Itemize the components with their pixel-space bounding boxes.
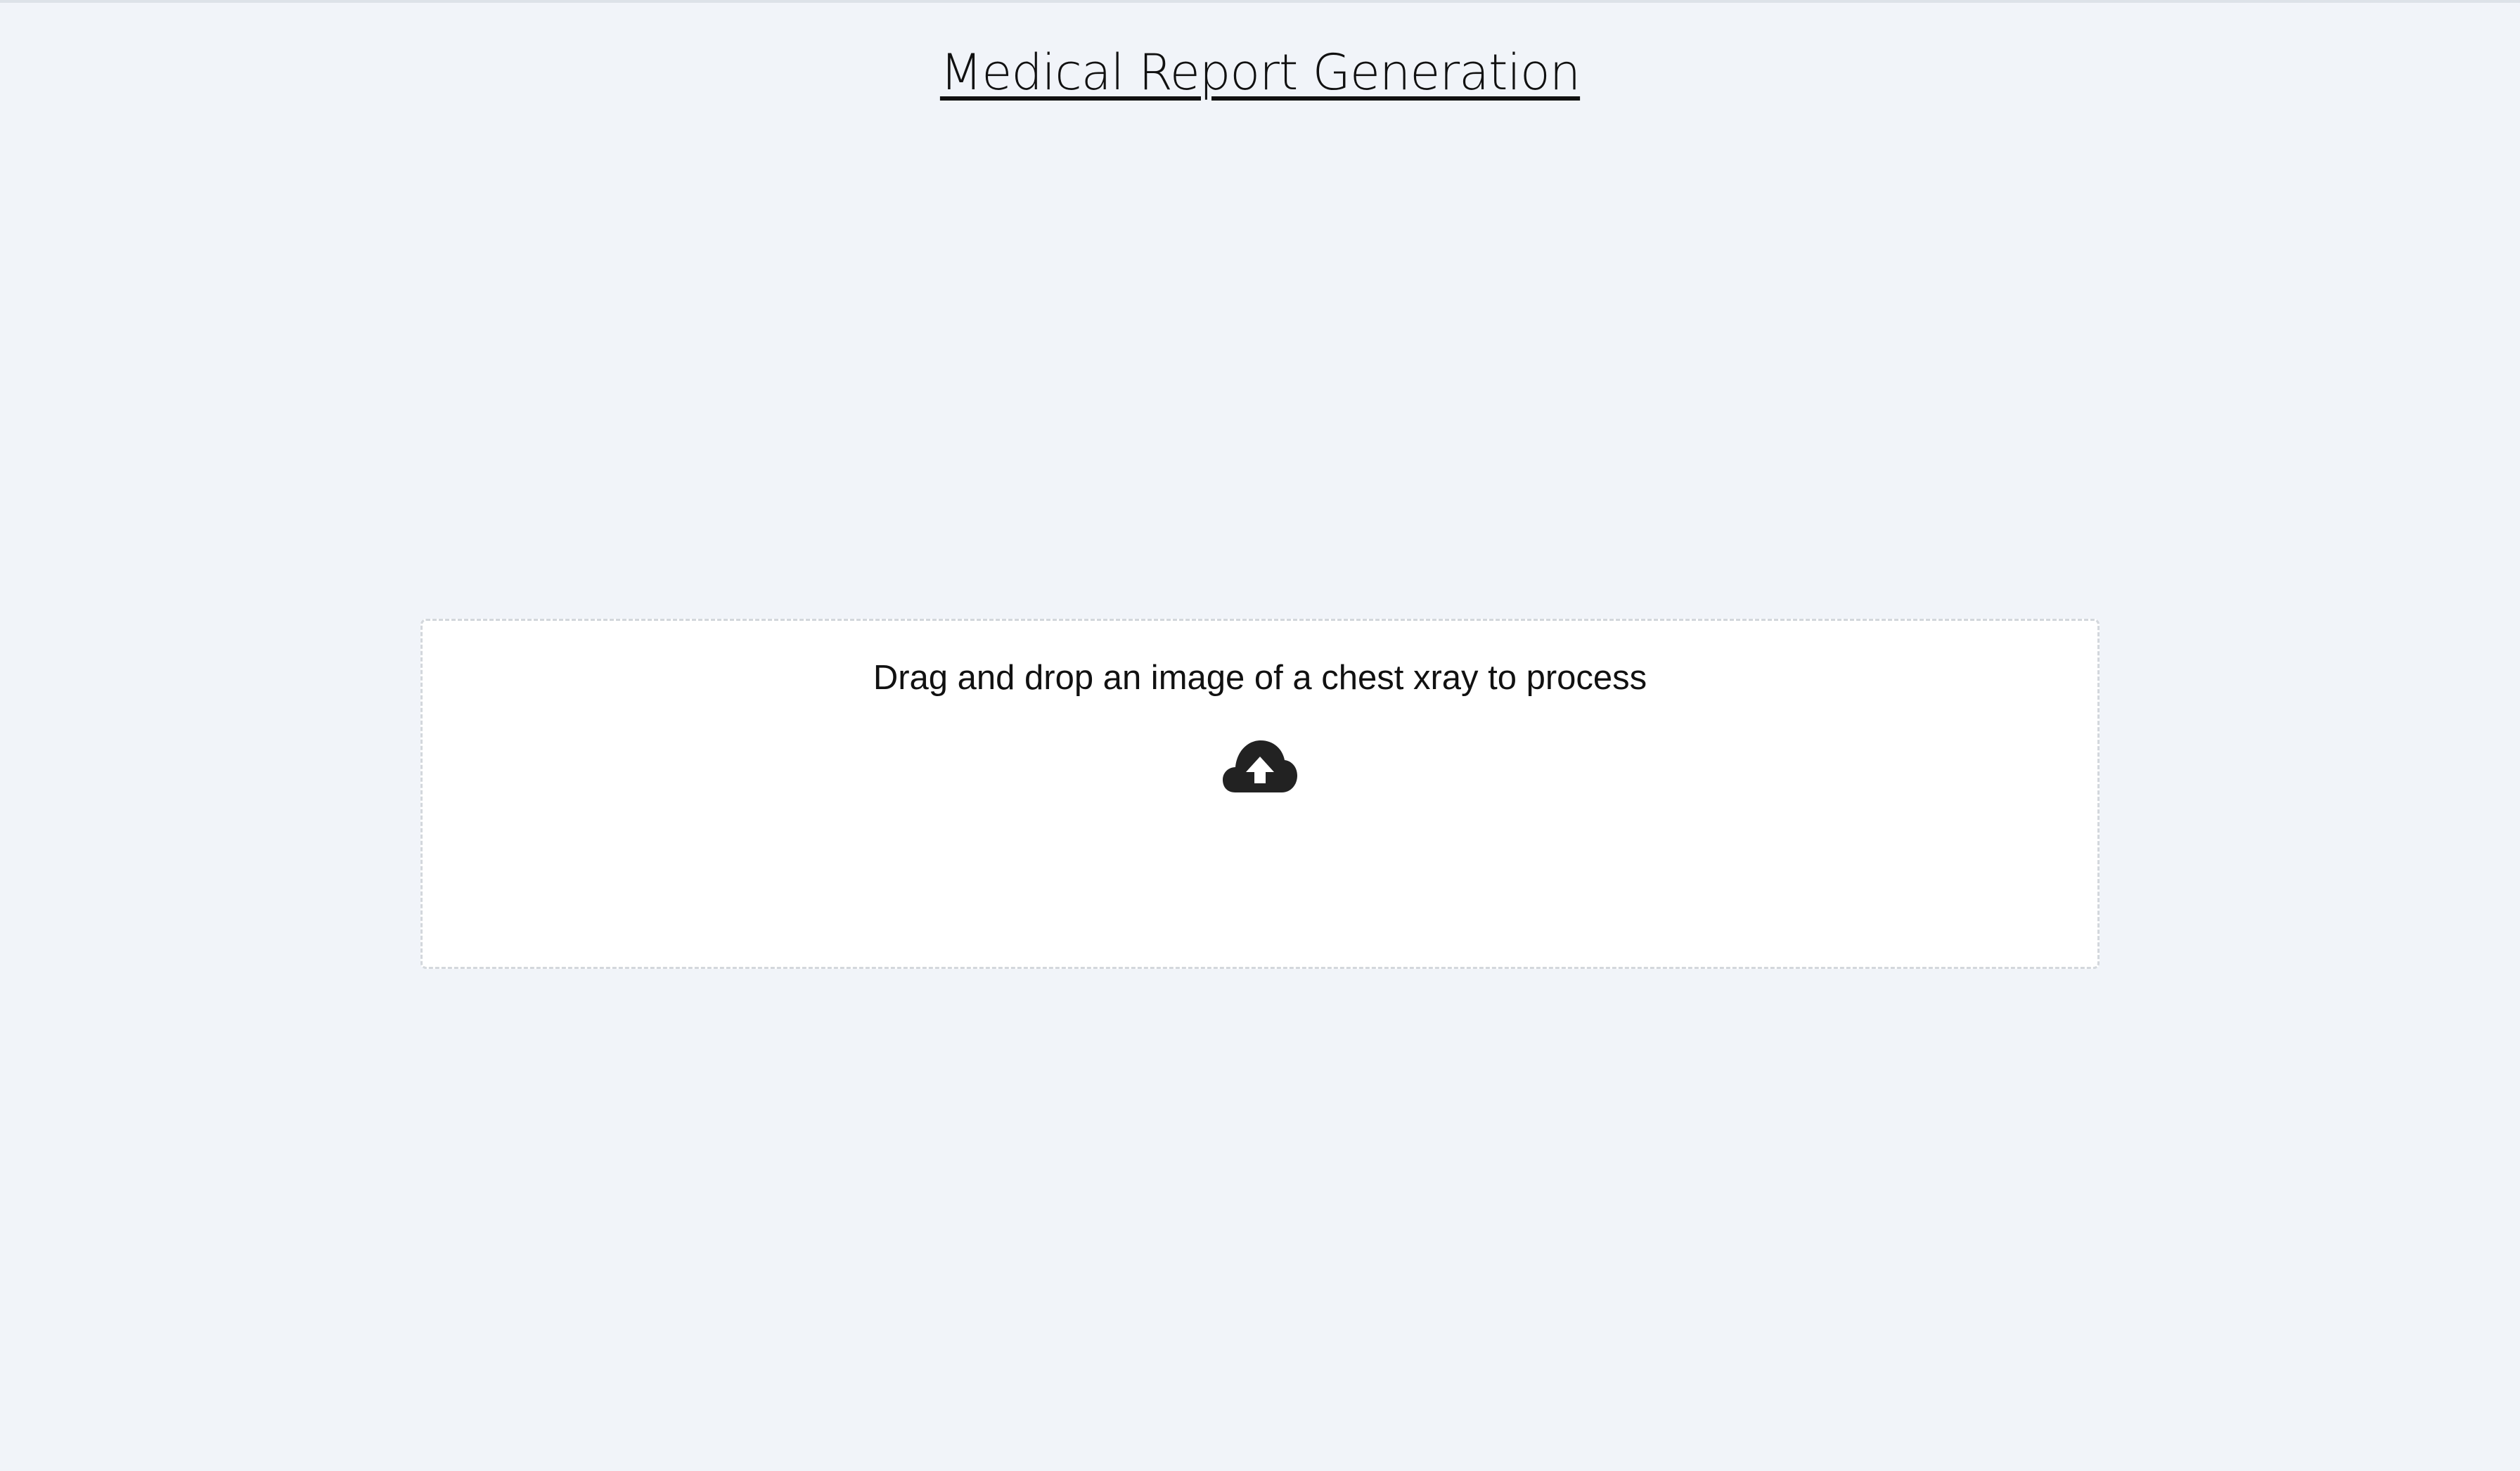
cloud-upload-icon[interactable] <box>1223 740 1297 792</box>
image-dropzone[interactable]: Drag and drop an image of a chest xray t… <box>420 619 2100 969</box>
page-title: Medical Report Generation <box>0 41 2520 104</box>
top-divider <box>0 0 2520 3</box>
dropzone-instructions: Drag and drop an image of a chest xray t… <box>873 659 1647 697</box>
page-title-link[interactable]: Medical Report Generation <box>940 44 1581 101</box>
